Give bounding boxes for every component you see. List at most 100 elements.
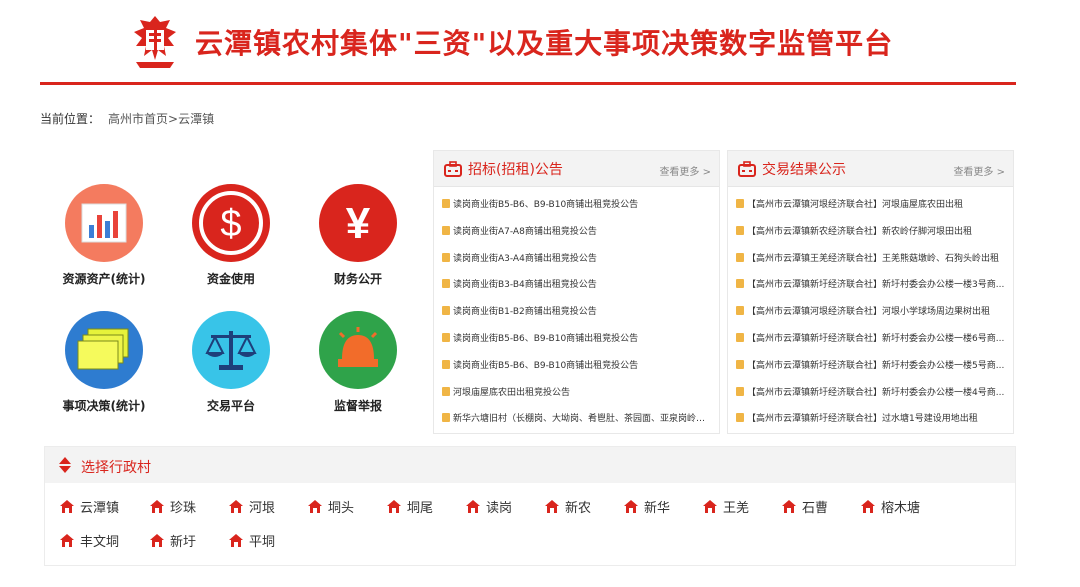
house-icon [624, 500, 638, 513]
village-item[interactable]: 垌头 [307, 497, 354, 516]
house-icon [150, 500, 164, 513]
house-icon [466, 500, 480, 513]
result-list: 【高州市云潭镇河垠经济联合社】河垠庙屋底农田出租 【高州市云潭镇新农经济联合社】… [728, 187, 1013, 433]
doc-icon [442, 332, 450, 342]
briefcase-icon [444, 161, 462, 177]
doc-icon [736, 359, 744, 369]
village-item[interactable]: 新圩 [149, 531, 196, 550]
list-item[interactable]: 河垠庙屋底农田出租竞投公告 [434, 380, 719, 407]
doc-icon [442, 252, 450, 262]
list-item[interactable]: 新华六塘旧村（长棚岗、大坳岗、肴鬯肚、茶园面、亚泉岗岭）... [434, 406, 719, 433]
doc-icon [736, 225, 744, 235]
list-item[interactable]: 【高州市云潭镇河垠经济联合社】河垠庙屋底农田出租 [728, 192, 1013, 219]
doc-icon [736, 386, 744, 396]
panel-title: 交易结果公示 [762, 162, 846, 178]
list-item[interactable]: 【高州市云潭镇河垠经济联合社】河垠小学球场周边果树出租 [728, 299, 1013, 326]
house-icon [229, 534, 243, 547]
village-item[interactable]: 垌尾 [386, 497, 433, 516]
breadcrumb-label: 当前位置： [40, 112, 101, 126]
module-financial-disclosure[interactable]: ¥ 财务公开 [303, 184, 413, 287]
view-more-link[interactable]: 查看更多 > [953, 163, 1005, 178]
module-label: 财务公开 [333, 272, 382, 286]
village-item[interactable]: 珍珠 [149, 497, 196, 516]
transaction-result-panel: 交易结果公示 查看更多 > 【高州市云潭镇河垠经济联合社】河垠庙屋底农田出租 【… [727, 150, 1014, 434]
stack-icon [65, 311, 143, 389]
list-item[interactable]: 【高州市云潭镇王羌经济联合社】王羌熊菇墩岭、石狗头岭出租 [728, 246, 1013, 273]
house-icon [782, 500, 796, 513]
scales-icon [192, 311, 270, 389]
dollar-icon: $ [192, 184, 270, 262]
module-trading-platform[interactable]: 交易平台 [176, 311, 286, 414]
module-resource-assets[interactable]: 资源资产(统计) [49, 184, 159, 287]
list-item[interactable]: 【高州市云潭镇新圩经济联合社】新圩村委会办公楼一楼4号商... [728, 380, 1013, 407]
panel-header: 招标(招租)公告 查看更多 > [434, 151, 719, 187]
module-fund-usage[interactable]: $ 资金使用 [176, 184, 286, 287]
village-item[interactable]: 榕木塘 [860, 497, 920, 516]
breadcrumb-path[interactable]: 高州市首页>云潭镇 [108, 112, 214, 126]
alarm-icon [319, 311, 397, 389]
briefcase-icon [738, 161, 756, 177]
doc-icon [736, 279, 744, 289]
module-decisions[interactable]: 事项决策(统计) [49, 311, 159, 414]
house-icon [861, 500, 875, 513]
house-icon [387, 500, 401, 513]
house-icon [60, 534, 74, 547]
site-title: 云潭镇农村集体"三资"以及重大事项决策数字监管平台 [195, 27, 894, 60]
village-item[interactable]: 新华 [623, 497, 670, 516]
breadcrumb: 当前位置： 高州市首页>云潭镇 [40, 110, 214, 127]
list-item[interactable]: 读岗商业街B3-B4商铺出租竞投公告 [434, 272, 719, 299]
sort-arrows-icon [59, 457, 71, 473]
list-item[interactable]: 读岗商业街B5-B6、B9-B10商铺出租竞投公告 [434, 353, 719, 380]
view-more-link[interactable]: 查看更多 > [659, 163, 711, 178]
village-title: 选择行政村 [81, 460, 151, 476]
village-item[interactable]: 河垠 [228, 497, 275, 516]
module-supervision-report[interactable]: 监督举报 [303, 311, 413, 414]
yen-icon: ¥ [319, 184, 397, 262]
module-label: 资源资产(统计) [62, 272, 146, 286]
list-item[interactable]: 读岗商业街B5-B6、B9-B10商铺出租竞投公告 [434, 192, 719, 219]
house-icon [545, 500, 559, 513]
doc-icon [442, 199, 450, 208]
list-item[interactable]: 【高州市云潭镇新圩经济联合社】新圩村委会办公楼一楼6号商... [728, 326, 1013, 353]
svg-text:¥: ¥ [346, 199, 371, 248]
module-label: 资金使用 [206, 272, 255, 286]
house-icon [703, 500, 717, 513]
doc-icon [442, 225, 450, 235]
doc-icon [442, 359, 450, 369]
list-item[interactable]: 读岗商业街B5-B6、B9-B10商铺出租竞投公告 [434, 326, 719, 353]
town-logo-icon [132, 14, 178, 68]
header-divider [40, 82, 1016, 85]
village-header: 选择行政村 [45, 447, 1015, 483]
list-item[interactable]: 读岗商业街A3-A4商铺出租竞投公告 [434, 246, 719, 273]
village-item[interactable]: 王羌 [702, 497, 749, 516]
bar-chart-icon [65, 184, 143, 262]
village-item[interactable]: 平垌 [228, 531, 275, 550]
list-item[interactable]: 读岗商业街A7-A8商铺出租竞投公告 [434, 219, 719, 246]
doc-icon [736, 252, 744, 262]
list-item[interactable]: 【高州市云潭镇新圩经济联合社】过水塘1号建设用地出租 [728, 406, 1013, 433]
page-header: 云潭镇农村集体"三资"以及重大事项决策数字监管平台 [0, 0, 1080, 86]
list-item[interactable]: 读岗商业街B1-B2商铺出租竞投公告 [434, 299, 719, 326]
doc-icon [442, 306, 450, 316]
village-item[interactable]: 读岗 [465, 497, 512, 516]
village-item[interactable]: 丰文垌 [59, 531, 119, 550]
list-item[interactable]: 【高州市云潭镇新圩经济联合社】新圩村委会办公楼一楼5号商... [728, 353, 1013, 380]
list-item[interactable]: 【高州市云潭镇新农经济联合社】新农岭仔脚河垠田出租 [728, 219, 1013, 246]
village-item[interactable]: 新农 [544, 497, 591, 516]
panel-title: 招标(招租)公告 [468, 162, 563, 178]
svg-text:$: $ [220, 203, 241, 245]
house-icon [229, 500, 243, 513]
tender-list: 读岗商业街B5-B6、B9-B10商铺出租竞投公告 读岗商业街A7-A8商铺出租… [434, 187, 719, 433]
list-item[interactable]: 【高州市云潭镇新圩经济联合社】新圩村委会办公楼一楼3号商... [728, 272, 1013, 299]
module-label: 监督举报 [333, 399, 382, 413]
doc-icon [736, 413, 744, 423]
house-icon [308, 500, 322, 513]
doc-icon [442, 413, 450, 423]
doc-icon [736, 306, 744, 316]
village-item[interactable]: 石曹 [781, 497, 828, 516]
village-selector: 选择行政村 云潭镇 珍珠 河垠 垌头 垌尾 读岗 新农 新华 王羌 石曹 榕木塘… [44, 446, 1016, 566]
house-icon [60, 500, 74, 513]
tender-announcement-panel: 招标(招租)公告 查看更多 > 读岗商业街B5-B6、B9-B10商铺出租竞投公… [433, 150, 720, 434]
village-item[interactable]: 云潭镇 [59, 497, 119, 516]
module-label: 交易平台 [206, 399, 255, 413]
